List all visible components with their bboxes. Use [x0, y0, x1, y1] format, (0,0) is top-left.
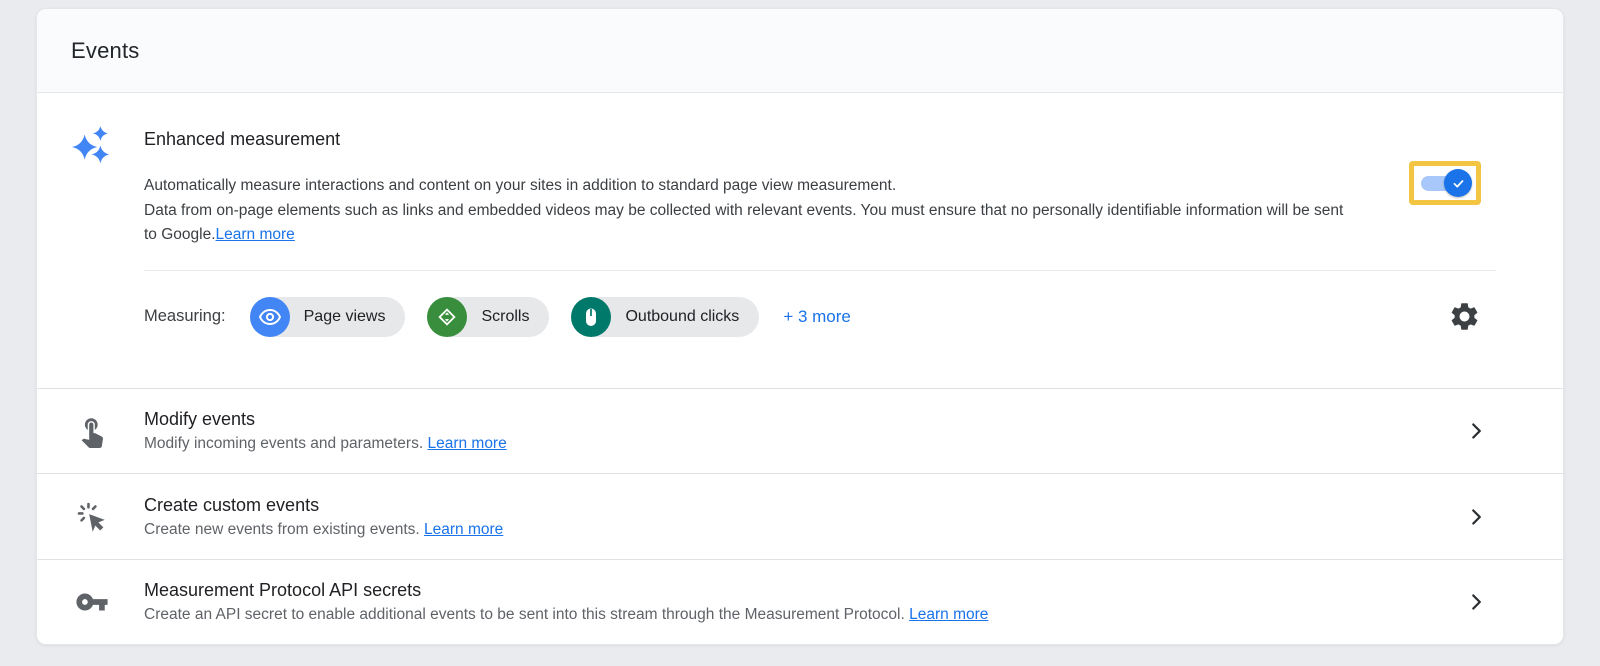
- row-description: Create an API secret to enable additiona…: [144, 606, 988, 624]
- row-text: Measurement Protocol API secrets Create …: [144, 580, 988, 624]
- chip-label: Scrolls: [481, 308, 529, 326]
- key-icon: [71, 585, 113, 619]
- description-secondary: Data from on-page elements such as links…: [144, 202, 1343, 244]
- row-create-custom-events[interactable]: Create custom events Create new events f…: [37, 473, 1563, 558]
- toggle-switch-on: [1421, 174, 1469, 192]
- cursor-click-icon: [71, 500, 113, 534]
- enhanced-measurement-content: Enhanced measurement Automatically measu…: [144, 123, 1529, 388]
- row-description: Modify incoming events and parameters. L…: [144, 435, 507, 453]
- chevron-right-icon[interactable]: [1463, 504, 1489, 530]
- row-description-text: Modify incoming events and parameters.: [144, 435, 423, 452]
- chip-scrolls[interactable]: Scrolls: [427, 297, 549, 337]
- enhanced-measurement-description: Automatically measure interactions and c…: [144, 174, 1354, 248]
- row-description-text: Create an API secret to enable additiona…: [144, 606, 905, 623]
- description-primary: Automatically measure interactions and c…: [144, 174, 1354, 199]
- row-modify-events[interactable]: Modify events Modify incoming events and…: [37, 388, 1563, 473]
- sparkle-icon: [71, 125, 113, 388]
- row-description-text: Create new events from existing events.: [144, 521, 420, 538]
- chevron-right-icon[interactable]: [1463, 589, 1489, 615]
- touch-icon: [71, 414, 113, 448]
- measuring-label: Measuring:: [144, 307, 226, 326]
- page-title: Events: [71, 38, 139, 64]
- row-description: Create new events from existing events. …: [144, 521, 503, 539]
- enhanced-measurement-learn-more-link[interactable]: Learn more: [216, 226, 295, 243]
- card-header: Events: [37, 9, 1563, 93]
- chevron-right-icon[interactable]: [1463, 418, 1489, 444]
- events-card: Events Enhanced measurement Automaticall…: [36, 8, 1564, 645]
- more-chips-link[interactable]: + 3 more: [783, 307, 851, 327]
- scroll-icon: [427, 297, 467, 337]
- chip-label: Page views: [304, 308, 386, 326]
- row-title: Measurement Protocol API secrets: [144, 580, 988, 601]
- eye-icon: [250, 297, 290, 337]
- api-secrets-learn-more-link[interactable]: Learn more: [909, 606, 988, 623]
- chip-page-views[interactable]: Page views: [250, 297, 406, 337]
- row-title: Create custom events: [144, 495, 503, 516]
- measuring-row: Measuring: Page views: [144, 271, 1529, 371]
- toggle-thumb: [1444, 169, 1472, 197]
- create-custom-events-learn-more-link[interactable]: Learn more: [424, 521, 503, 538]
- modify-events-learn-more-link[interactable]: Learn more: [427, 435, 506, 452]
- row-measurement-protocol-api-secrets[interactable]: Measurement Protocol API secrets Create …: [37, 559, 1563, 644]
- enhanced-measurement-title: Enhanced measurement: [144, 129, 1529, 150]
- row-title: Modify events: [144, 409, 507, 430]
- enhanced-measurement-section: Enhanced measurement Automatically measu…: [37, 93, 1563, 388]
- row-text: Create custom events Create new events f…: [144, 495, 503, 539]
- row-text: Modify events Modify incoming events and…: [144, 409, 507, 453]
- enhanced-measurement-toggle[interactable]: [1409, 161, 1481, 205]
- mouse-icon: [571, 297, 611, 337]
- gear-icon[interactable]: [1448, 300, 1481, 333]
- chip-label: Outbound clicks: [625, 308, 739, 326]
- toggle-inner: [1414, 166, 1476, 200]
- chip-outbound-clicks[interactable]: Outbound clicks: [571, 297, 759, 337]
